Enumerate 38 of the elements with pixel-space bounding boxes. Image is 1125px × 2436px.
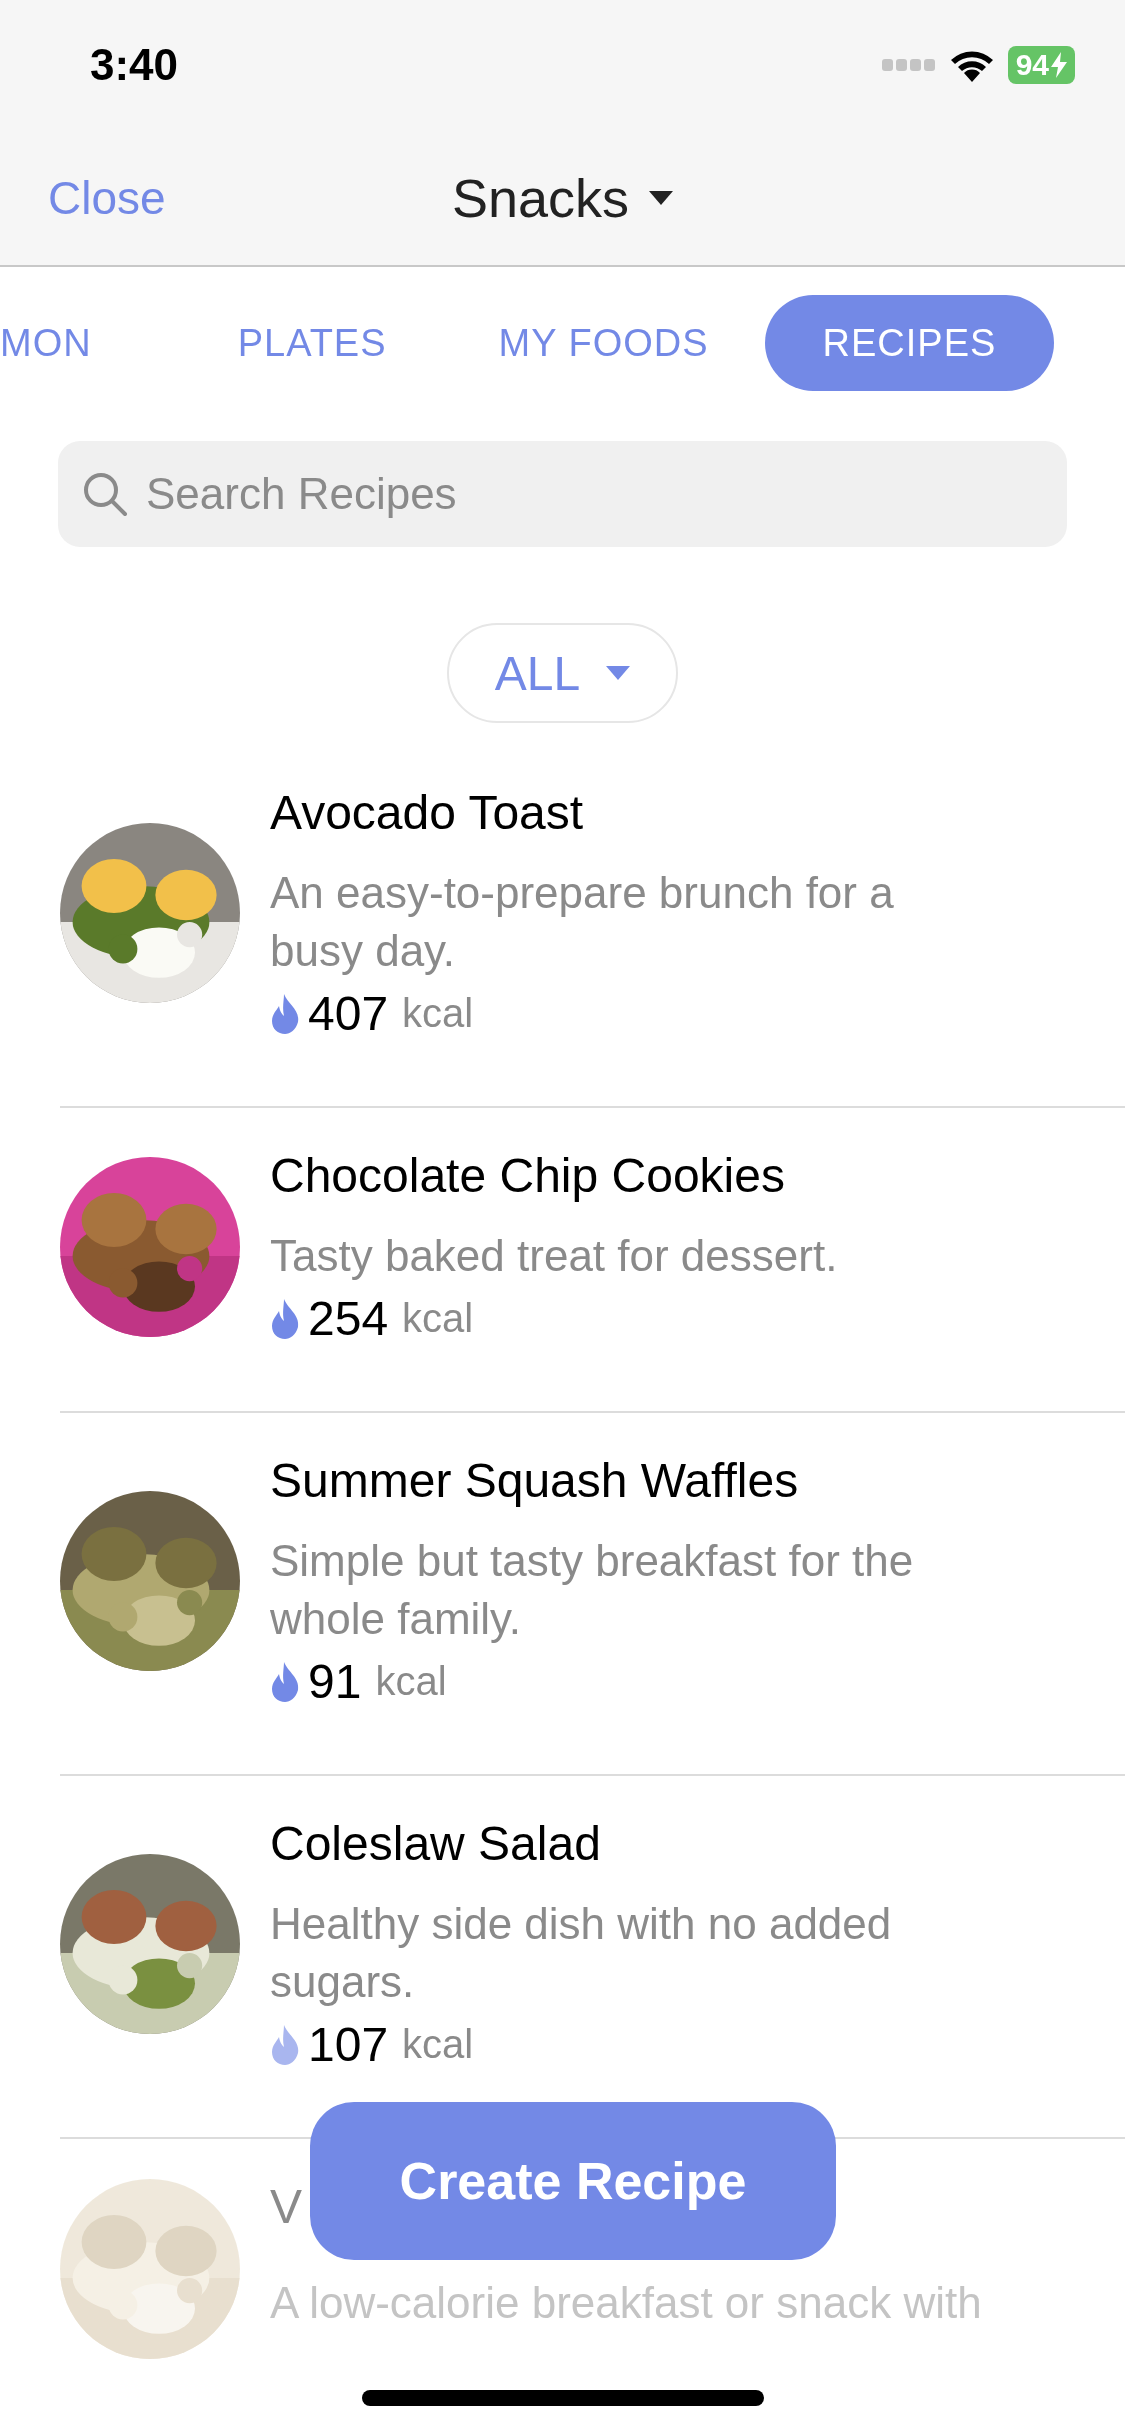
tab[interactable]: RECIPES xyxy=(764,295,1055,391)
caret-icon xyxy=(606,666,631,680)
recipe-title: V xyxy=(270,2179,302,2234)
recipe-description: A low-calorie breakfast or snack with xyxy=(270,2277,982,2329)
recipe-title: Coleslaw Salad xyxy=(270,1816,601,1871)
filter-dropdown[interactable]: ALL xyxy=(446,623,679,723)
charging-icon xyxy=(1051,52,1067,78)
flame-icon xyxy=(270,1298,300,1339)
close-button[interactable]: Close xyxy=(48,170,166,225)
calorie-unit: kcal xyxy=(402,2022,474,2067)
calorie-value: 407 xyxy=(308,986,389,1041)
tab[interactable]: PLATES xyxy=(181,295,443,391)
tab[interactable]: MON xyxy=(0,295,182,391)
meal-selector[interactable]: Snacks xyxy=(451,166,674,229)
signal-icon xyxy=(881,59,936,71)
create-recipe-button[interactable]: Create Recipe xyxy=(310,2102,836,2260)
recipe-description: Healthy side dish with no added sugars. xyxy=(270,1898,893,2008)
calorie-value: 91 xyxy=(308,1654,362,1709)
recipe-title: Summer Squash Waffles xyxy=(270,1453,799,1508)
caret-icon xyxy=(649,190,674,205)
calorie-unit: kcal xyxy=(402,991,474,1036)
calorie-unit: kcal xyxy=(402,1296,474,1341)
recipe-title: Avocado Toast xyxy=(270,785,584,840)
calorie-value: 107 xyxy=(308,2017,389,2072)
flame-icon xyxy=(270,1661,300,1702)
recipe-description: Simple but tasty breakfast for the whole family. xyxy=(270,1535,915,1645)
wifi-icon xyxy=(949,48,994,82)
status-time: 3:40 xyxy=(90,40,179,90)
recipe-description: An easy-to-prepare brunch for a busy day. xyxy=(270,867,895,977)
calorie-value: 254 xyxy=(308,1291,389,1346)
battery-level: 94 xyxy=(1007,46,1075,84)
flame-icon xyxy=(270,2024,300,2065)
tab[interactable]: MY FOODS xyxy=(442,295,765,391)
flame-icon xyxy=(270,993,300,1034)
search-field[interactable]: Search Recipes xyxy=(58,441,1067,547)
calorie-unit: kcal xyxy=(375,1659,447,1704)
recipe-description: Tasty baked treat for dessert. xyxy=(270,1230,838,1282)
recipe-title: Chocolate Chip Cookies xyxy=(270,1148,785,1203)
